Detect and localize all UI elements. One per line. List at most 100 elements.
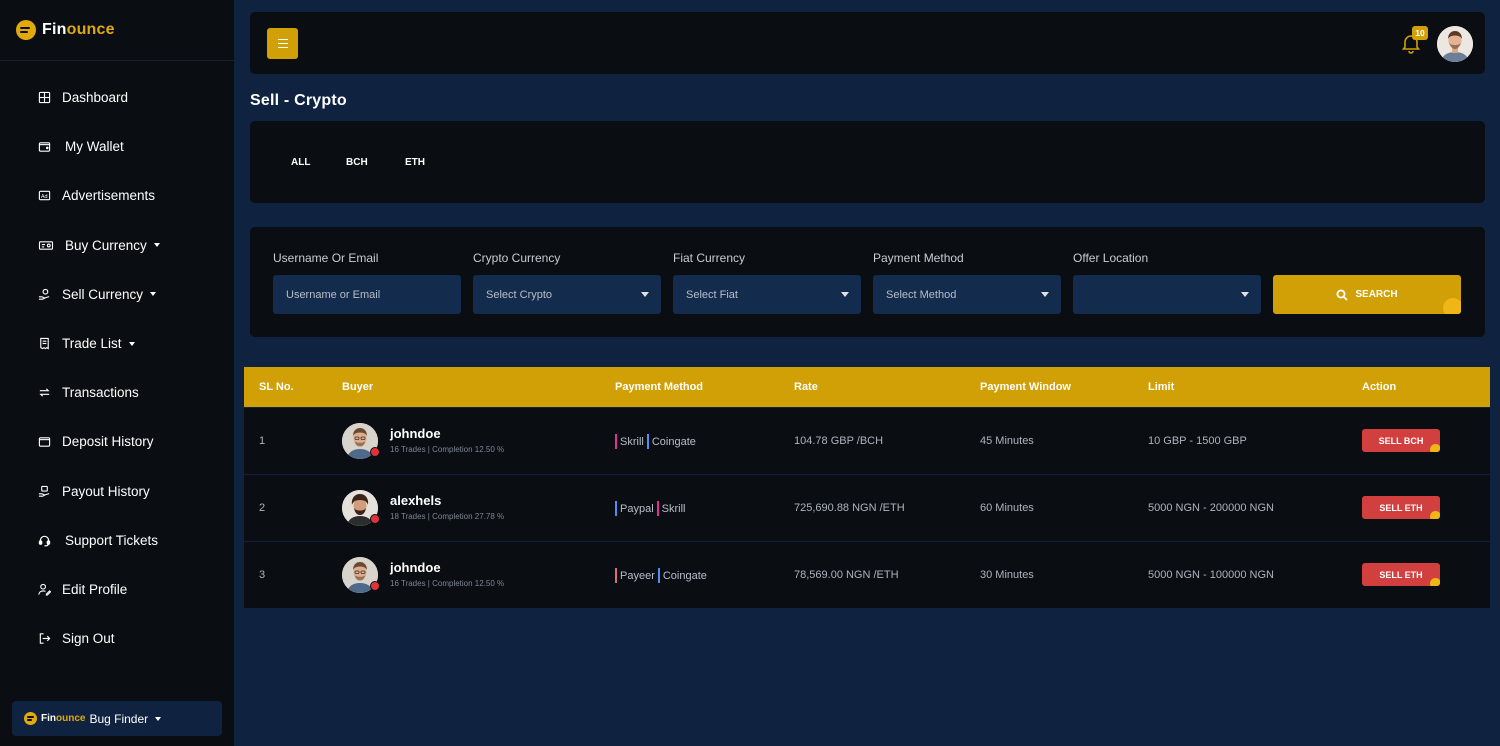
offer-location-select[interactable]: [1073, 275, 1261, 314]
sidebar-item-label: Trade List: [62, 336, 122, 352]
notification-count-badge: 10: [1412, 26, 1428, 40]
decorative-blob: [1430, 511, 1440, 519]
chevron-down-icon: [1241, 292, 1249, 297]
sidebar-item-payout-history[interactable]: Payout History: [0, 467, 234, 516]
buyer-name[interactable]: alexhels: [390, 493, 441, 508]
fiat-currency-select[interactable]: Select Fiat: [673, 275, 861, 314]
sidebar-item-transactions[interactable]: Transactions: [0, 368, 234, 417]
chevron-down-icon: [841, 292, 849, 297]
sidebar-item-advertisements[interactable]: Ad Advertisements: [0, 171, 234, 220]
search-icon: [1336, 289, 1349, 301]
sidebar-item-label: Edit Profile: [62, 581, 128, 597]
row-rate: 104.78 GBP /BCH: [794, 435, 884, 447]
payment-method-value: Select Method: [886, 288, 957, 301]
payment-method-tag: Skrill: [615, 434, 644, 449]
user-edit-icon: [38, 583, 51, 596]
payment-method-select[interactable]: Select Method: [873, 275, 1061, 314]
sign-out-icon: [38, 632, 51, 645]
row-limit: 5000 NGN - 100000 NGN: [1148, 569, 1274, 581]
hand-money-icon: [38, 485, 51, 498]
decorative-blob: [1443, 298, 1461, 314]
offers-table: SL No. Buyer Payment Method Rate Payment…: [244, 367, 1490, 608]
sidebar-item-edit-profile[interactable]: Edit Profile: [0, 565, 234, 614]
payment-methods: Skrill Coingate: [615, 434, 699, 449]
row-rate: 725,690.88 NGN /ETH: [794, 502, 905, 514]
money-icon: [38, 239, 54, 252]
filter-panel: Username Or Email Username or Email Cryp…: [250, 227, 1485, 337]
sidebar-item-label: Buy Currency: [65, 237, 147, 253]
buyer-avatar[interactable]: [342, 557, 380, 593]
buyer-avatar[interactable]: [342, 490, 380, 526]
search-button[interactable]: SEARCH: [1273, 275, 1461, 314]
sidebar-item-trade-list[interactable]: Trade List: [0, 319, 234, 368]
sell-button[interactable]: SELL ETH: [1362, 563, 1440, 586]
sidebar-item-sign-out[interactable]: Sign Out: [0, 614, 234, 663]
account-switcher[interactable]: Finounce Bug Finder: [12, 701, 222, 736]
buyer-meta: 18 Trades | Completion 27.78 %: [390, 512, 505, 521]
chevron-down-icon: [1041, 292, 1049, 297]
sidebar-item-label: Payout History: [62, 483, 150, 499]
sidebar: Finounce Dashboard My Wallet Ad Advertis…: [0, 0, 234, 746]
brand[interactable]: Finounce: [0, 0, 234, 61]
brand-logo-icon: [16, 20, 36, 40]
row-limit: 10 GBP - 1500 GBP: [1148, 435, 1247, 447]
header-sl-no: SL No.: [259, 381, 294, 393]
offer-location-label: Offer Location: [1073, 251, 1149, 265]
buyer-avatar[interactable]: [342, 423, 380, 459]
table-row: 3 johndoe 16 Trades | Completion 12.50 %…: [244, 542, 1490, 608]
fiat-currency-label: Fiat Currency: [673, 251, 746, 265]
sidebar-item-my-wallet[interactable]: My Wallet: [0, 122, 234, 171]
brand-name: Finounce: [42, 21, 115, 38]
table-header: SL No. Buyer Payment Method Rate Payment…: [244, 367, 1490, 407]
sell-button[interactable]: SELL ETH: [1362, 496, 1440, 519]
payment-methods: Payeer Coingate: [615, 568, 710, 583]
row-sl: 2: [259, 502, 266, 514]
payment-method-tag: Coingate: [657, 568, 707, 583]
payment-method-tag: Coingate: [646, 434, 696, 449]
sidebar-item-label: Deposit History: [62, 434, 154, 450]
buyer-name[interactable]: johndoe: [390, 426, 441, 441]
payment-method-tag: Paypal: [615, 501, 654, 516]
account-brand: Finounce: [41, 713, 86, 724]
brand-logo-icon: [24, 712, 37, 725]
offline-status-icon: [370, 514, 380, 524]
header-payment-method: Payment Method: [615, 381, 704, 393]
sidebar-item-deposit-history[interactable]: Deposit History: [0, 417, 234, 466]
payment-methods: Paypal Skrill: [615, 501, 688, 516]
topbar: 10: [250, 12, 1485, 74]
table-row: 1 johndoe 16 Trades | Completion 12.50 %…: [244, 408, 1490, 474]
sidebar-nav: Dashboard My Wallet Ad Advertisements Bu…: [0, 61, 234, 663]
tab-all[interactable]: ALL: [291, 157, 310, 168]
menu-toggle-button[interactable]: [267, 28, 298, 59]
tab-bch[interactable]: BCH: [346, 157, 368, 168]
user-avatar[interactable]: [1437, 26, 1473, 62]
sidebar-item-label: Advertisements: [62, 188, 156, 204]
sidebar-item-dashboard[interactable]: Dashboard: [0, 73, 234, 122]
hand-coin-icon: [38, 288, 51, 301]
sidebar-item-label: Sign Out: [62, 631, 115, 647]
header-limit: Limit: [1148, 381, 1175, 393]
row-payment-window: 60 Minutes: [980, 502, 1034, 514]
sell-button-label: SELL ETH: [1379, 502, 1423, 513]
username-input[interactable]: Username or Email: [273, 275, 461, 314]
tab-eth[interactable]: ETH: [405, 157, 425, 168]
receipt-icon: [38, 337, 51, 350]
crypto-currency-label: Crypto Currency: [473, 251, 561, 265]
decorative-blob: [1430, 444, 1440, 452]
username-label: Username Or Email: [273, 251, 379, 265]
sidebar-item-sell-currency[interactable]: Sell Currency: [0, 270, 234, 319]
sidebar-item-support-tickets[interactable]: Support Tickets: [0, 516, 234, 565]
offline-status-icon: [370, 447, 380, 457]
buyer-name[interactable]: johndoe: [390, 560, 441, 575]
row-sl: 3: [259, 569, 266, 581]
sell-button[interactable]: SELL BCH: [1362, 429, 1440, 452]
offline-status-icon: [370, 581, 380, 591]
sidebar-item-label: Dashboard: [62, 90, 129, 106]
grid-icon: [38, 91, 51, 104]
chevron-down-icon: [641, 292, 649, 297]
crypto-currency-select[interactable]: Select Crypto: [473, 275, 661, 314]
sidebar-item-buy-currency[interactable]: Buy Currency: [0, 221, 234, 270]
header-payment-window: Payment Window: [980, 381, 1071, 393]
sidebar-item-label: Support Tickets: [65, 532, 159, 548]
table-row: 2 alexhels 18 Trades | Completion 27.78 …: [244, 475, 1490, 541]
